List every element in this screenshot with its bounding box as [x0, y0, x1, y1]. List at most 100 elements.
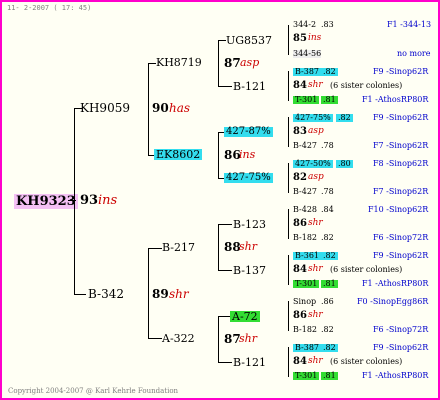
gen1-name-2[interactable]: B-342	[88, 288, 124, 300]
g4-6-top-ref: F9 -Sinop62R	[373, 251, 429, 260]
connector	[218, 362, 232, 363]
g4-6-top-val: .82	[321, 251, 338, 260]
g4-8-note: (6 sister colonies)	[330, 357, 403, 366]
g4-6-top-name[interactable]: B-361	[293, 252, 321, 260]
connector	[288, 25, 289, 55]
connector	[288, 117, 289, 147]
g4-5-top-ref: F10 -Sinop62R	[368, 205, 429, 214]
gen2-breed-4: shr	[239, 332, 257, 345]
gen3-name-4[interactable]: 427-75%	[224, 173, 273, 183]
g4-4-breed: asp	[308, 172, 324, 182]
g4-3-bot-ref: F7 -Sinop62R	[373, 141, 429, 150]
g4-2-bot-name[interactable]: T-301	[293, 96, 320, 104]
gen3-name-6[interactable]: B-137	[233, 265, 266, 276]
g4-7-top-ref: F0 -SinopEgg86R	[357, 297, 429, 306]
gen3-name-1[interactable]: UG8537	[226, 35, 272, 46]
g4-4-bot-ref: F7 -Sinop62R	[373, 187, 429, 196]
g4-6-bot-name[interactable]: T-301	[293, 280, 320, 288]
root-name[interactable]: KH9323	[14, 194, 78, 209]
connector	[288, 209, 289, 239]
gen3-name-5[interactable]: B-123	[233, 219, 266, 230]
g4-2-top-ref: F9 -Sinop62R	[373, 67, 429, 76]
g4-3-bot-val: .78	[321, 141, 334, 150]
g4-4-bot-name[interactable]: B-427	[293, 188, 317, 196]
gen3-name-8[interactable]: B-121	[233, 357, 266, 368]
gen3-name-3[interactable]: 427-87%	[224, 127, 273, 137]
g4-1-bot-name[interactable]: 344-56	[293, 50, 322, 58]
g4-2-year: 84	[293, 80, 307, 91]
connector	[148, 248, 149, 339]
g4-7-bot-name[interactable]: B-182	[293, 326, 317, 334]
g4-8-breed: shr	[308, 356, 323, 366]
g4-2-note: (6 sister colonies)	[330, 81, 403, 90]
pedigree-frame: 11- 2-2007 ( 17: 45) KH9323 93 ins KH905…	[0, 0, 440, 400]
connector	[74, 108, 75, 295]
connector	[288, 347, 289, 377]
g4-5-year: 86	[293, 218, 307, 229]
connector	[218, 132, 219, 179]
connector	[288, 163, 289, 193]
g4-1-top-name[interactable]: 344-2	[293, 21, 316, 29]
g4-1-top-ref: F1 -344-13	[387, 20, 432, 29]
g4-3-bot-name[interactable]: B-427	[293, 142, 317, 150]
g4-5-bot-name[interactable]: B-182	[293, 234, 317, 242]
g4-6-year: 84	[293, 264, 307, 275]
gen2-name-1[interactable]: KH8719	[156, 57, 202, 68]
g4-4-top-val: .80	[336, 159, 353, 168]
g4-8-top-name[interactable]: B-387	[293, 344, 321, 352]
g4-4-bot-val: .78	[321, 187, 334, 196]
g4-2-top-name[interactable]: B-387	[293, 68, 321, 76]
gen2-breed-3: shr	[239, 240, 257, 253]
g4-1-year: 85	[293, 33, 307, 44]
g4-8-year: 84	[293, 356, 307, 367]
gen1-name-1[interactable]: KH9059	[80, 102, 130, 114]
g4-2-bot-ref: F1 -AthosRP80R	[362, 95, 429, 104]
connector	[218, 40, 219, 87]
g4-5-breed: shr	[308, 218, 323, 228]
connector	[74, 294, 86, 295]
g4-7-top-name[interactable]: Sinop	[293, 298, 316, 306]
g4-7-year: 86	[293, 310, 307, 321]
g4-4-top-name[interactable]: 427-50%	[293, 160, 333, 168]
g4-7-breed: shr	[308, 310, 323, 320]
gen3-name-2[interactable]: B-121	[233, 81, 266, 92]
root-year: 93	[80, 193, 99, 208]
connector	[148, 338, 162, 339]
connector	[218, 270, 232, 271]
g4-3-top-name[interactable]: 427-75%	[293, 114, 333, 122]
connector	[218, 40, 226, 41]
gen2-name-2[interactable]: EK8602	[154, 149, 203, 160]
root-breed: ins	[98, 193, 118, 208]
connector	[148, 63, 156, 64]
g4-3-year: 83	[293, 126, 307, 137]
g4-6-breed: shr	[308, 264, 323, 274]
g4-8-bot-name[interactable]: T-301	[293, 372, 320, 380]
connector	[218, 224, 232, 225]
g4-8-bot-ref: F1 -AthosRP80R	[362, 371, 429, 380]
g4-6-bot-ref: F1 -AthosRP80R	[362, 279, 429, 288]
g4-5-top-val: .84	[321, 205, 334, 214]
connector	[148, 63, 149, 156]
g4-6-bot-val: .81	[321, 279, 338, 288]
g4-5-bot-ref: F6 -Sinop72R	[373, 233, 429, 242]
g4-2-bot-val: .81	[321, 95, 338, 104]
g4-5-top-name[interactable]: B-428	[293, 206, 317, 214]
connector	[218, 86, 232, 87]
date-header: 11- 2-2007 ( 17: 45)	[7, 4, 92, 12]
g4-7-top-val: .86	[321, 297, 334, 306]
g4-5-bot-val: .82	[321, 233, 334, 242]
connector	[218, 316, 219, 363]
g4-8-bot-val: .81	[321, 371, 338, 380]
g4-3-top-val: .82	[336, 113, 353, 122]
g4-8-top-val: .82	[321, 343, 338, 352]
gen1-breed-1: has	[169, 101, 191, 115]
g4-1-bot-ref: no more	[397, 49, 431, 58]
connector	[288, 301, 289, 331]
g4-3-breed: asp	[308, 126, 324, 136]
gen2-name-4[interactable]: A-322	[162, 333, 195, 344]
g4-8-top-ref: F9 -Sinop62R	[373, 343, 429, 352]
connector	[218, 224, 219, 271]
g4-3-top-ref: F9 -Sinop62R	[373, 113, 429, 122]
gen2-name-3[interactable]: B-217	[162, 242, 195, 253]
gen3-name-7[interactable]: A-72	[230, 311, 260, 322]
